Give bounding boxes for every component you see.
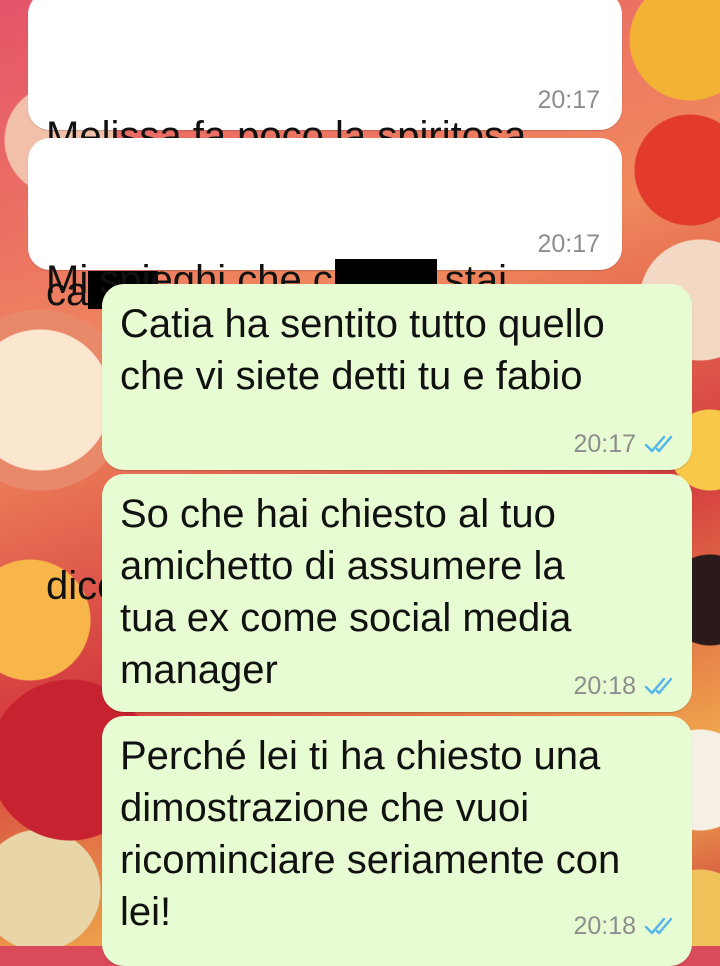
message-bubble-incoming[interactable]: Mi spieghi che cstai dicendo? 20:17 (28, 138, 622, 608)
message-text: So che hai chiesto al tuo amichetto di a… (120, 492, 572, 692)
message-timestamp: 20:17 (537, 230, 600, 258)
message-timestamp: 20:18 (573, 912, 636, 940)
message-bubble-incoming[interactable]: Melissa fa poco la spiritosa ca 20:17 (28, 0, 622, 314)
read-receipt-icon (644, 677, 673, 695)
message-text: Catia ha sentito tutto quello che vi sie… (120, 302, 605, 398)
message-bubble-outgoing[interactable]: So che hai chiesto al tuo amichetto di a… (102, 474, 692, 712)
read-receipt-icon (644, 435, 673, 453)
read-receipt-icon (644, 917, 673, 935)
message-timestamp: 20:18 (573, 672, 636, 700)
message-text: Perché lei ti ha chiesto una dimostrazio… (120, 734, 621, 934)
message-timestamp: 20:17 (573, 430, 636, 458)
message-bubble-outgoing[interactable]: Perché lei ti ha chiesto una dimostrazio… (102, 716, 692, 966)
message-bubble-outgoing[interactable]: Catia ha sentito tutto quello che vi sie… (102, 284, 692, 470)
message-timestamp: 20:17 (537, 86, 600, 114)
